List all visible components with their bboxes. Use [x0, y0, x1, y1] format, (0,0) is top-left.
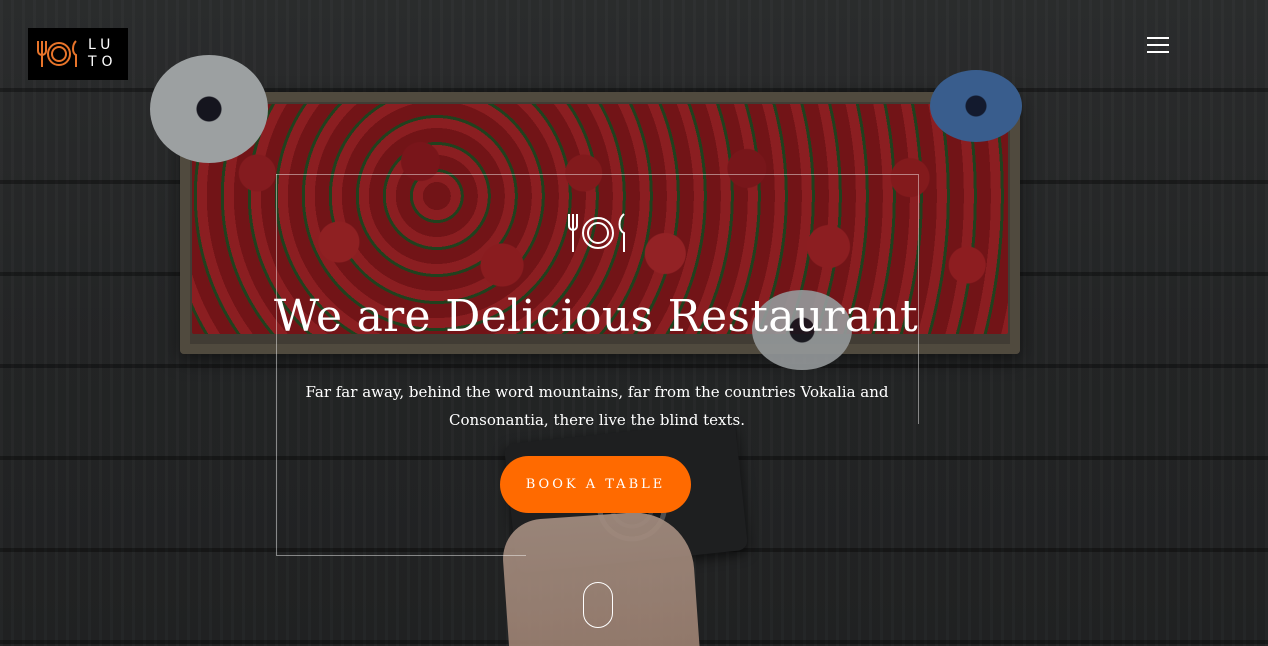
frame-left-line — [276, 174, 277, 555]
mouse-scroll-icon[interactable] — [583, 582, 613, 628]
page-title: We are Delicious Restaurant — [274, 291, 918, 342]
book-table-button[interactable]: BOOK A TABLE — [500, 456, 691, 513]
site-logo[interactable]: LU TO — [28, 28, 128, 80]
frame-bottom-line — [276, 555, 526, 556]
logo-line-2: TO — [88, 54, 118, 70]
frame-top-line — [276, 174, 918, 175]
fork-plate-knife-icon — [568, 213, 625, 252]
hamburger-menu-icon[interactable] — [1147, 37, 1169, 55]
logo-wordmark: LU TO — [88, 37, 118, 71]
fork-plate-knife-icon — [37, 40, 77, 67]
hero-section: LU TO We are Delicious Restaurant Far fa… — [0, 0, 1268, 646]
logo-line-1: LU — [88, 37, 116, 53]
hero-subtitle: Far far away, behind the word mountains,… — [305, 383, 889, 429]
